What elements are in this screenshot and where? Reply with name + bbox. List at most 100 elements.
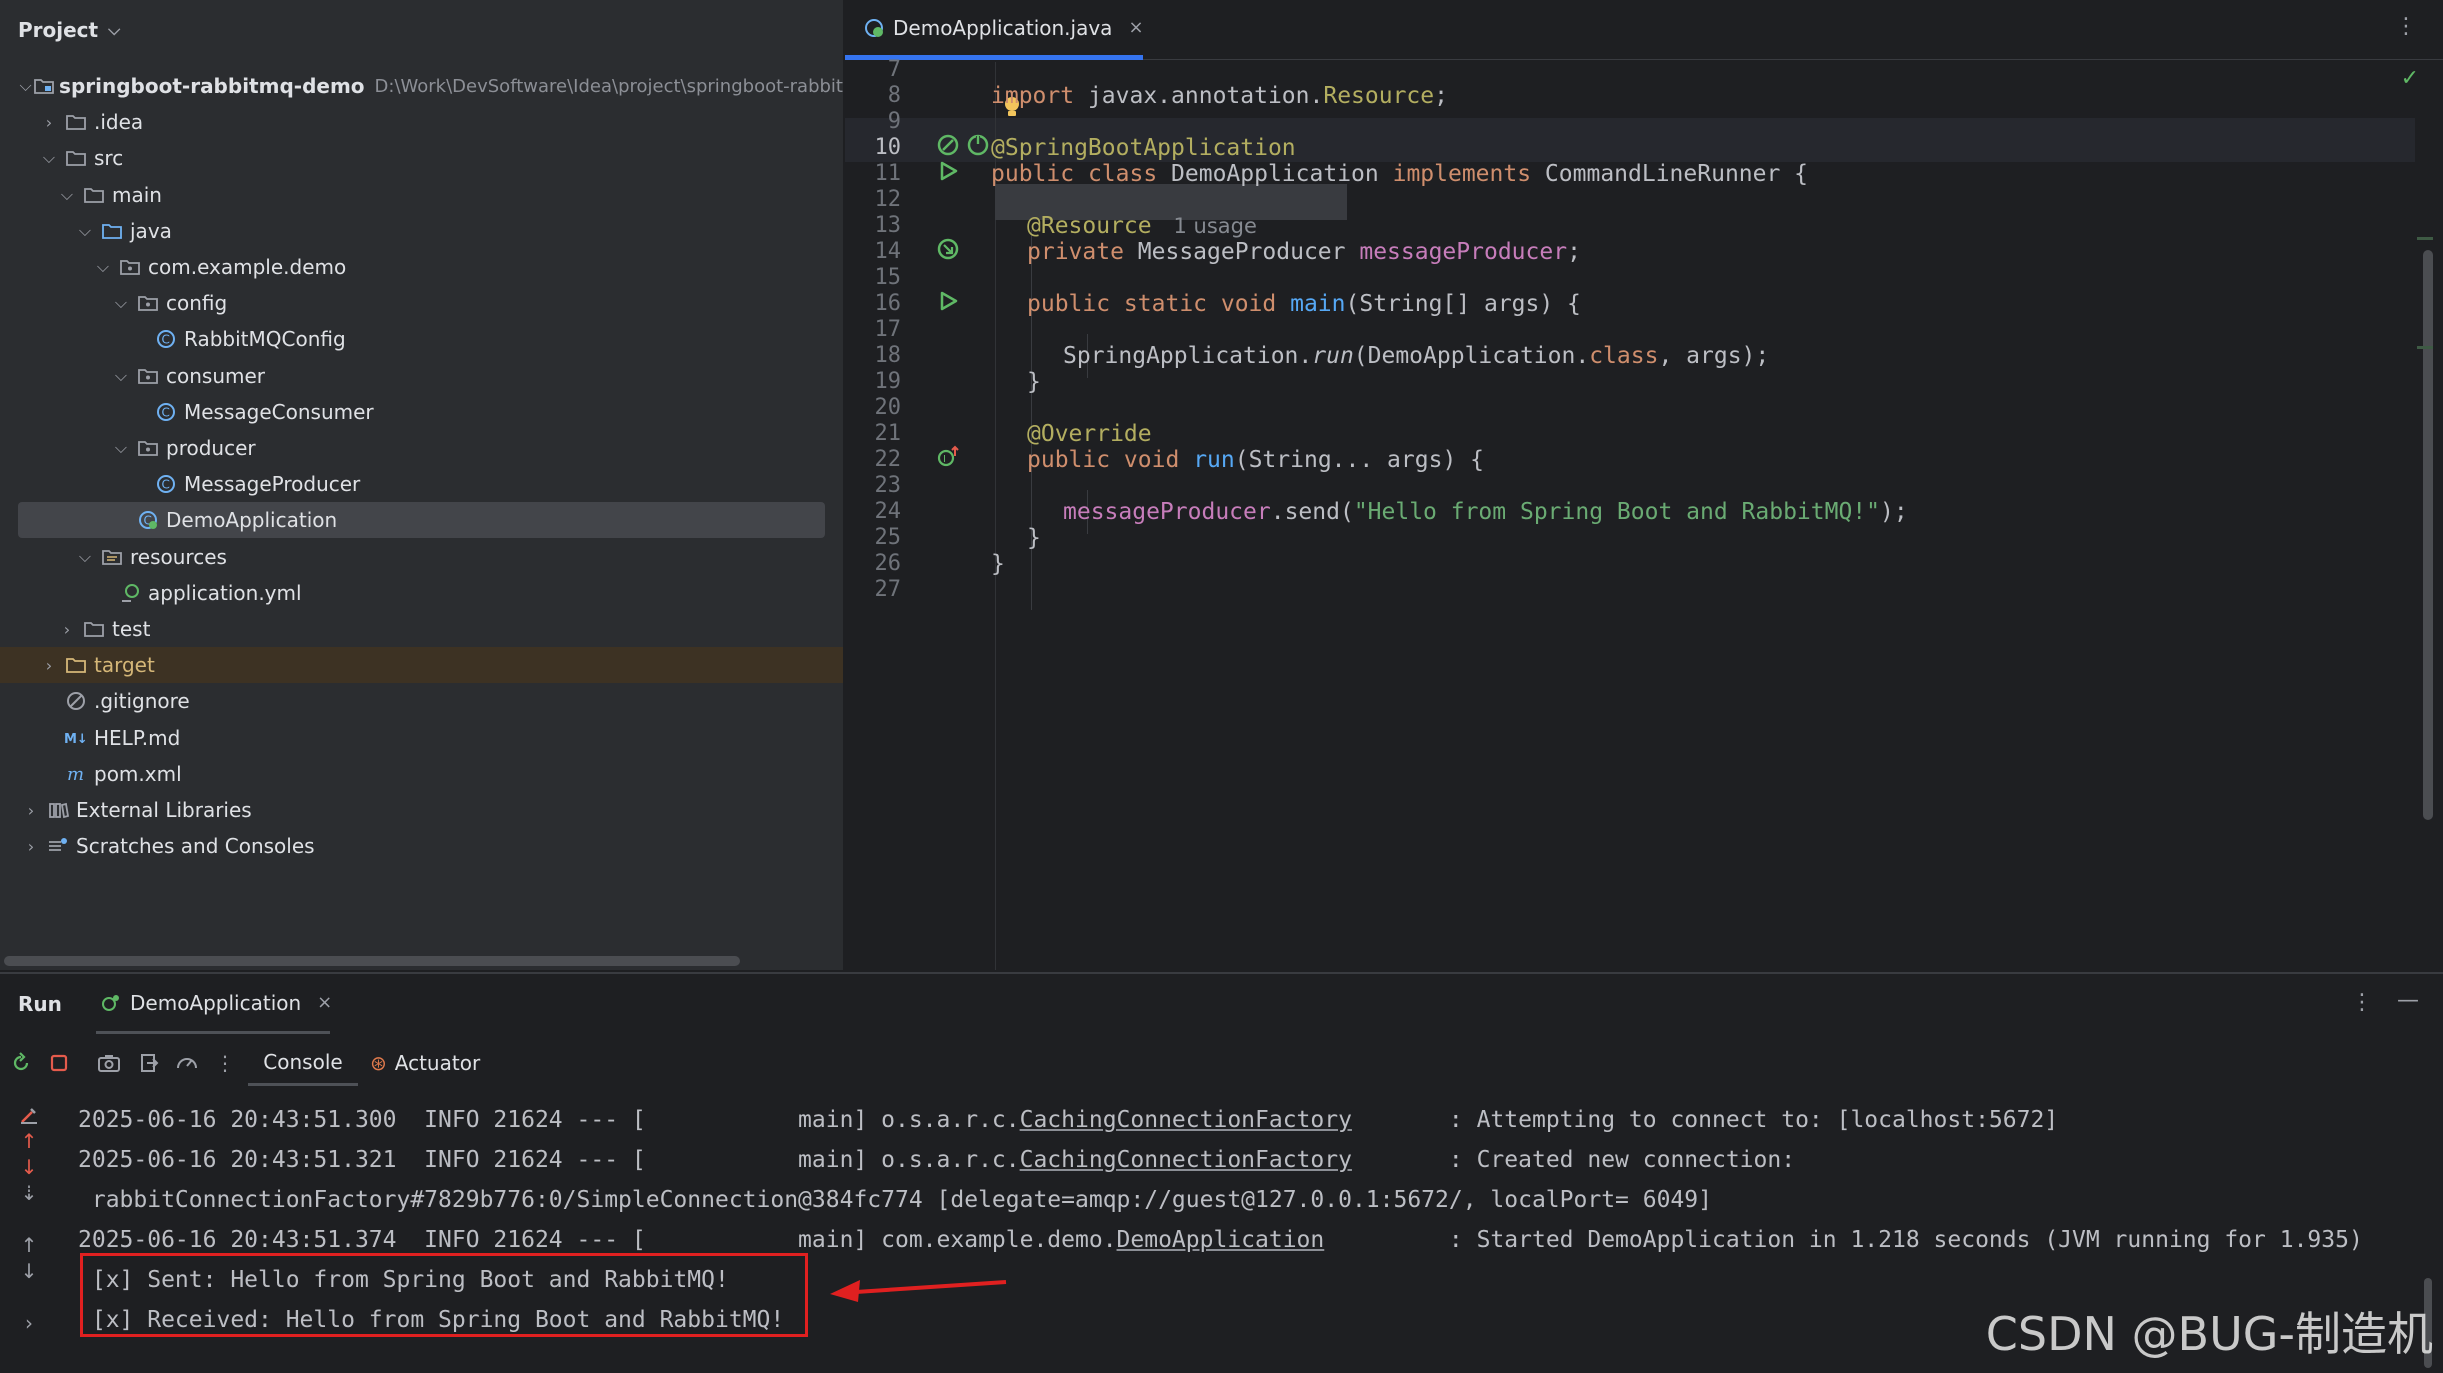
tree-item-label: java — [130, 218, 172, 243]
tree-item-label: application.yml — [148, 580, 302, 605]
spring-class-icon — [863, 17, 885, 39]
tree-item-messageproducer[interactable]: ›CMessageProducer — [0, 466, 843, 502]
chevron-down-icon[interactable]: ⌵ — [90, 257, 116, 277]
run-icon[interactable] — [933, 156, 963, 186]
tree-item-producer[interactable]: ⌵ producer — [0, 430, 843, 466]
tab-actuator[interactable]: ⊛ Actuator — [370, 1040, 500, 1086]
more-vertical-icon[interactable]: ⋮ — [210, 1048, 240, 1078]
profiler-icon[interactable] — [172, 1048, 202, 1078]
editor-vertical-scrollbar[interactable] — [2423, 250, 2433, 820]
log-line: rabbitConnectionFactory#7829b776:0/Simpl… — [78, 1187, 1712, 1213]
chevron-right-icon[interactable]: › — [18, 837, 44, 856]
class-icon: C — [152, 401, 180, 423]
module-path: D:\Work\DevSoftware\Idea\project\springb… — [374, 75, 843, 97]
code-line: public static void main(String[] args) { — [1027, 291, 1581, 317]
folder-icon — [80, 185, 108, 205]
autowired-bean-icon[interactable] — [933, 234, 963, 264]
rerun-icon[interactable] — [6, 1048, 36, 1078]
chevron-down-icon[interactable]: ⌵ — [36, 148, 62, 168]
tree-item-label: springboot-rabbitmq-demo — [59, 74, 365, 98]
tree-item-external-libraries[interactable]: › External Libraries — [0, 792, 843, 828]
tree-item-label: config — [166, 291, 228, 316]
tree-horizontal-scrollbar[interactable] — [4, 956, 740, 966]
package-icon — [116, 257, 144, 277]
code-line: private MessageProducer messageProducer; — [1027, 239, 1581, 265]
chevron-right-icon[interactable]: › — [14, 1308, 44, 1338]
editor-gutter: I 7 8 9 10 11 12 13 14 15 16 17 18 19 20 21 22 23 24 25 26 2… — [845, 57, 995, 970]
tree-item-label: main — [112, 182, 162, 207]
tree-item-gitignore[interactable]: ›.gitignore — [0, 683, 843, 719]
chevron-right-icon[interactable]: › — [36, 656, 62, 675]
tree-item-java[interactable]: ⌵ java — [0, 213, 843, 249]
tree-item-idea[interactable]: › .idea — [0, 104, 843, 140]
chevron-down-icon[interactable]: ⌵ — [108, 438, 134, 458]
package-icon — [134, 438, 162, 458]
tree-item-messageconsumer[interactable]: ›CMessageConsumer — [0, 394, 843, 430]
code-line: messageProducer.send("Hello from Spring … — [1063, 499, 1908, 525]
tree-item-springboot-rabbitmq-demo[interactable]: ⌵ springboot-rabbitmq-demo D:\Work\DevSoft… — [0, 68, 843, 104]
package-icon — [134, 293, 162, 313]
class-icon: C — [152, 473, 180, 495]
tree-item-scratches-and-consoles[interactable]: › Scratches and Consoles — [0, 828, 843, 864]
tree-item-help-md[interactable]: ›M↓HELP.md — [0, 720, 843, 756]
close-icon[interactable]: × — [317, 992, 332, 1013]
project-title: Project — [18, 18, 99, 42]
tree-item-consumer[interactable]: ⌵ consumer — [0, 358, 843, 394]
tree-item-com-example-demo[interactable]: ⌵ com.example.demo — [0, 249, 843, 285]
run-icon[interactable] — [933, 286, 963, 316]
tree-item-demoapplication[interactable]: ›CDemoApplication — [0, 502, 843, 539]
chevron-right-icon[interactable]: › — [54, 620, 80, 639]
chevron-right-icon[interactable]: › — [36, 113, 62, 132]
spring-boot-icon[interactable] — [963, 130, 993, 160]
close-icon[interactable]: × — [1128, 17, 1143, 38]
tree-item-test[interactable]: › test — [0, 611, 843, 647]
minimize-icon[interactable]: — — [2397, 988, 2419, 1013]
tree-item-pom-xml[interactable]: ›mpom.xml — [0, 756, 843, 792]
scroll-marker — [2417, 346, 2433, 349]
chevron-down-icon[interactable]: ⌵ — [108, 293, 134, 313]
stop-icon[interactable] — [44, 1048, 74, 1078]
project-view-selector[interactable]: Project ⌵ — [0, 0, 843, 60]
chevron-down-icon[interactable]: ⌵ — [108, 366, 134, 386]
run-tab-label: DemoApplication — [130, 990, 302, 1015]
tree-item-label: Scratches and Consoles — [76, 834, 315, 859]
tree-item-label: RabbitMQConfig — [184, 327, 346, 352]
console-side-toolbar: ↑ ↓ ⇣ ↑ ↓ › — [0, 1090, 58, 1373]
more-vertical-icon[interactable]: ⋮ — [2395, 14, 2417, 39]
tree-item-rabbitmqconfig[interactable]: ›CRabbitMQConfig — [0, 321, 843, 357]
tree-item-label: MessageConsumer — [184, 399, 374, 424]
resources-folder-icon — [98, 547, 126, 567]
tree-item-resources[interactable]: ⌵ resources — [0, 539, 843, 575]
tree-item-main[interactable]: ⌵ main — [0, 177, 843, 213]
exit-icon[interactable] — [134, 1048, 164, 1078]
chevron-down-icon[interactable]: ⌵ — [72, 221, 98, 241]
camera-icon[interactable] — [94, 1048, 124, 1078]
more-vertical-icon[interactable]: ⋮ — [2351, 990, 2373, 1015]
code-line: } — [1027, 525, 1041, 551]
class-icon: C — [152, 328, 180, 350]
tree-item-target[interactable]: › target — [0, 647, 843, 684]
scroll-marker — [2417, 237, 2433, 240]
code-line: } — [991, 551, 1005, 577]
code-line: public class DemoApplication implements … — [991, 161, 1809, 187]
tree-item-config[interactable]: ⌵ config — [0, 285, 843, 321]
chevron-right-icon[interactable]: › — [18, 801, 44, 820]
annotation-highlight-box — [80, 1253, 808, 1337]
tree-item-src[interactable]: ⌵ src — [0, 140, 843, 176]
folder-icon — [62, 112, 90, 132]
tab-console[interactable]: Console — [248, 1040, 358, 1086]
spring-class-icon: C — [134, 509, 162, 531]
implements-method-icon[interactable]: I — [933, 442, 963, 472]
code-content[interactable]: import javax.annotation.Resource; @Spring… — [991, 62, 2415, 970]
chevron-down-icon[interactable]: ⌵ — [72, 547, 98, 567]
tree-item-application-yml[interactable]: ›application.yml — [0, 575, 843, 611]
svg-text:C: C — [162, 333, 170, 347]
chevron-down-icon[interactable]: ⌵ — [18, 76, 33, 96]
tree-item-label: .idea — [94, 110, 144, 135]
run-tab-demoapplication[interactable]: DemoApplication × — [96, 974, 332, 1034]
arrow-down-icon[interactable]: ↓ — [14, 1256, 44, 1286]
tree-item-label: External Libraries — [76, 798, 252, 822]
chevron-down-icon[interactable]: ⌵ — [54, 185, 80, 205]
sort-icon[interactable]: ⇣ — [14, 1178, 44, 1208]
tree-item-label: HELP.md — [94, 725, 181, 750]
